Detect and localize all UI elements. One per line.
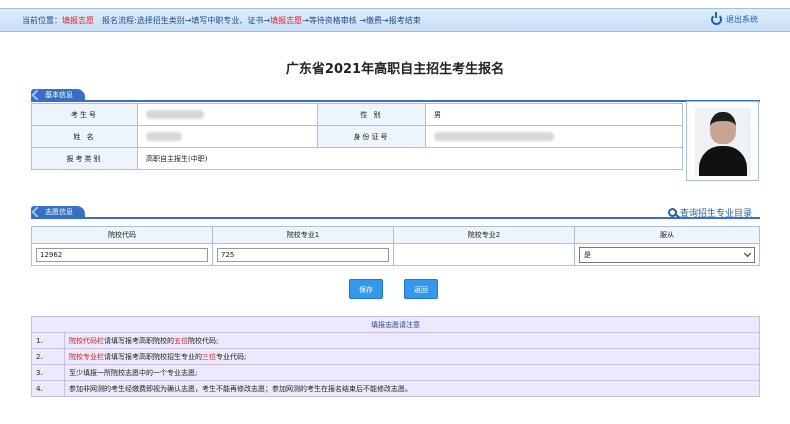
process-current: 填报志愿: [270, 15, 303, 25]
major1-cell: [212, 243, 394, 266]
type-label: 报考类别: [31, 147, 138, 170]
logout-link[interactable]: 退出系统: [711, 12, 758, 25]
obey-cell: 是: [574, 243, 760, 266]
id-label: 身份证号: [317, 125, 426, 148]
major2-cell[interactable]: [393, 243, 575, 266]
choice-info-divider: [31, 217, 760, 219]
chevron-down-icon: [743, 249, 752, 257]
note-text: 至少填报一所院校志愿中的一个专业志愿;: [64, 364, 760, 381]
page-title: 广东省2021年高职自主招生考生报名: [285, 62, 505, 77]
photo-frame: [686, 101, 759, 181]
process-prefix: 报名流程:选择招生类别→填写中职专业、证书→: [102, 15, 271, 25]
obey-select[interactable]: 是: [579, 246, 755, 263]
choice-table: 院校代码 院校专业1 院校专业2 服从 是: [31, 226, 760, 266]
location-value: 填报志愿: [62, 15, 94, 25]
location-label: 当前位置：: [22, 15, 62, 25]
name-label: 姓 名: [31, 125, 138, 148]
search-icon: [667, 208, 677, 217]
query-majors-label: 查询招生专业目录: [679, 209, 752, 219]
note-text: 院校专业栏请填写报考高职院校招生专业的三位专业代码;: [64, 348, 760, 365]
basic-info-table: 考生号 性 别 男 姓 名 身份证号 报考类别 高职自主报生(中职): [31, 103, 683, 170]
avatar: [695, 108, 751, 176]
col-major1: 院校专业1: [212, 226, 394, 244]
notes-header: 填报志愿请注意: [31, 316, 760, 333]
top-bar: 当前位置： 填报志愿 报名流程:选择招生类别→填写中职专业、证书→ 填报志愿 →等待…: [0, 8, 790, 32]
exam-no-label: 考生号: [31, 103, 138, 126]
note-text: 院校代码栏请填写报考高职院校的五位院校代码;: [64, 332, 760, 349]
process-suffix: →等待资格审核 →缴费→报考结束: [302, 15, 421, 25]
col-major2: 院校专业2: [393, 226, 575, 244]
notes-table: 填报志愿请注意 1. 院校代码栏请填写报考高职院校的五位院校代码; 2. 院校专…: [31, 316, 760, 397]
type-value: 高职自主报生(中职): [137, 147, 683, 170]
school-code-input[interactable]: [36, 247, 208, 262]
note-number: 3.: [31, 364, 65, 381]
obey-select-value: 是: [584, 250, 591, 259]
name-value: [137, 125, 318, 148]
gender-value: 男: [425, 103, 683, 126]
school-code-cell: [31, 243, 213, 266]
exam-no-value: [137, 103, 318, 126]
query-majors-link[interactable]: 查询招生专业目录: [667, 206, 752, 219]
logout-label: 退出系统: [726, 15, 758, 24]
col-obey: 服从: [574, 226, 760, 244]
gender-label: 性 别: [317, 103, 426, 126]
major1-input[interactable]: [217, 247, 389, 262]
col-school-code: 院校代码: [31, 226, 213, 244]
back-button[interactable]: 返回: [404, 279, 438, 299]
note-number: 2.: [31, 348, 65, 365]
basic-info-divider: [31, 100, 760, 102]
power-icon: [711, 12, 722, 25]
note-number: 1.: [31, 332, 65, 349]
save-button[interactable]: 保存: [349, 279, 383, 299]
note-text: 参加非网测的考生经缴费即视为确认志愿，考生不能再修改志愿；参加网测的考生在报名结…: [64, 380, 760, 397]
note-number: 4.: [31, 380, 65, 397]
id-value: [425, 125, 683, 148]
